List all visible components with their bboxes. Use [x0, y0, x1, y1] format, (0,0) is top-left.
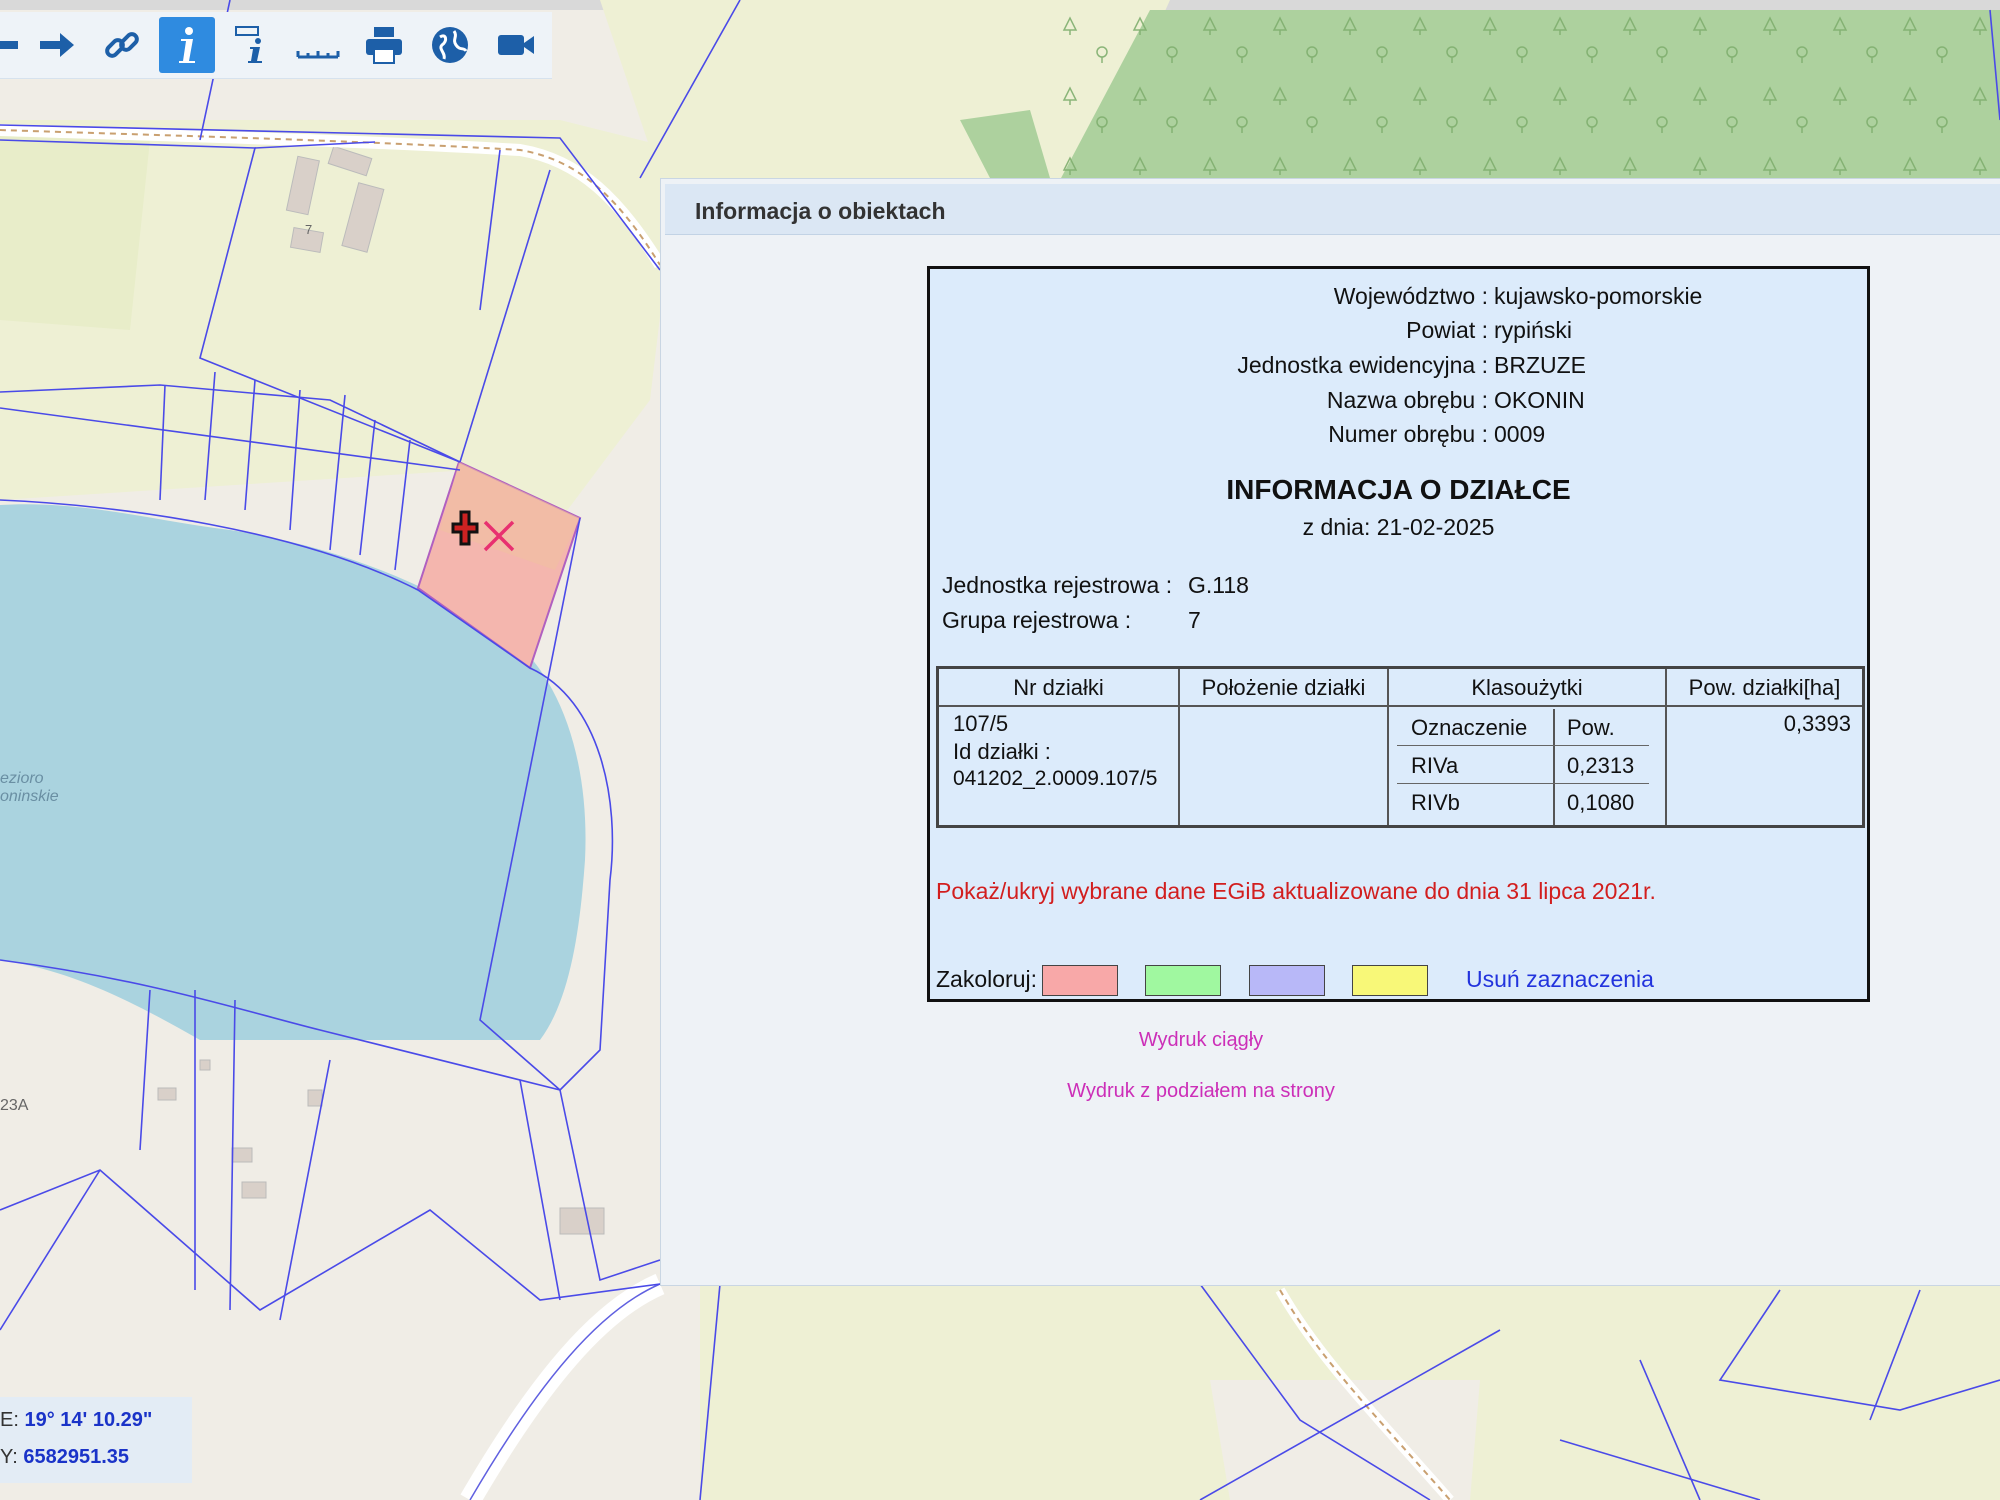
nazwa-obrebu-label: Nazwa obrębu : [1326, 387, 1488, 413]
numer-obrebu-label: Numer obrębu : [1328, 421, 1488, 447]
id-dzialki-label: Id działki : [953, 739, 1051, 764]
back-arrow-icon [0, 41, 18, 49]
klasouzytki-row-divider-2 [1397, 783, 1649, 784]
address-number-label: 23A [0, 1097, 29, 1114]
header-klasouzytki: Klasoużytki [1471, 675, 1583, 700]
lake-name-label: ezioro oninskie [0, 770, 59, 806]
jednostka-ewid-value: BRZUZE [1494, 352, 1586, 378]
color-swatch-yellow[interactable] [1352, 965, 1428, 996]
klasouzytki-oznaczenie-2: RIVb [1411, 790, 1460, 815]
numer-obrebu-value: 0009 [1494, 421, 1546, 447]
egib-toggle-link[interactable]: Pokaż/ukryj wybrane dane EGiB aktualizow… [936, 878, 1656, 905]
link-button[interactable] [94, 17, 150, 73]
klasouzytki-oznaczenie-1: RIVa [1411, 753, 1459, 778]
dialog-header[interactable]: Informacja o obiektach [665, 184, 2000, 235]
forward-arrow-icon [40, 33, 74, 57]
grupa-rej-label: Grupa rejestrowa : [942, 607, 1132, 633]
klasouzytki-header-pow: Pow. [1567, 715, 1615, 740]
jednostka-rej-label: Jednostka rejestrowa : [942, 572, 1173, 598]
print-pages-link[interactable]: Wydruk z podziałem na strony [531, 1080, 1871, 1103]
nr-dzialki-value: 107/5 [953, 711, 1009, 736]
map-toolbar [0, 12, 552, 79]
dialog-title: Informacja o obiektach [695, 198, 946, 224]
header-nr-dzialki: Nr działki [1013, 675, 1104, 700]
coordinates-readout: E: 19° 14' 10.29" Y: 6582951.35 [0, 1397, 192, 1483]
grupa-rej-value: 7 [1188, 607, 1201, 633]
print-button[interactable] [356, 17, 412, 73]
klasouzytki-inner-divider [1553, 709, 1555, 825]
measure-icon [296, 51, 340, 59]
parcel-info-heading: INFORMACJA O DZIAŁCE [1226, 474, 1571, 505]
print-continuous-link[interactable]: Wydruk ciągły [531, 1029, 1871, 1052]
id-dzialki-value: 041202_2.0009.107/5 [953, 767, 1158, 790]
jednostka-rej-value: G.118 [1188, 572, 1249, 598]
wojewodztwo-value: kujawsko-pomorskie [1494, 283, 1703, 309]
info-button[interactable] [159, 17, 215, 73]
table-header-divider [939, 705, 1862, 707]
clear-selection-link[interactable]: Usuń zaznaczenia [1466, 966, 1654, 993]
parcel-info-box: Województwo : kujawsko-pomorskie Powiat … [927, 266, 1870, 1002]
lake-name-line2: oninskie [0, 788, 59, 805]
coord-y-value: 6582951.35 [23, 1446, 130, 1468]
jednostka-ewid-label: Jednostka ewidencyjna : [1237, 352, 1488, 378]
klasouzytki-row-divider-1 [1397, 745, 1649, 746]
header-polozenie: Położenie działki [1201, 675, 1366, 700]
info-icon [179, 27, 195, 63]
nazwa-obrebu-value: OKONIN [1494, 387, 1585, 413]
coord-e-label: E: [0, 1409, 19, 1431]
klasouzytki-pow-2: 0,1080 [1567, 790, 1635, 815]
building-number-label: 7 [305, 222, 313, 237]
powiat-value: rypiński [1494, 317, 1572, 343]
wojewodztwo-label: Województwo : [1333, 283, 1488, 309]
measure-button[interactable] [290, 17, 346, 73]
video-button[interactable] [488, 17, 544, 73]
print-icon [366, 27, 402, 64]
color-swatch-blue[interactable] [1249, 965, 1325, 996]
color-swatch-red[interactable] [1042, 965, 1118, 996]
zakoloruj-label: Zakoloruj: [936, 966, 1037, 992]
lake-name-line1: ezioro [0, 770, 44, 787]
coord-e-value: 19° 14' 10.29" [24, 1409, 153, 1431]
powiat-label: Powiat : [1406, 317, 1488, 343]
info-select-button[interactable] [224, 17, 280, 73]
link-icon [105, 32, 139, 58]
parcel-table: Nr działki Położenie działki Klasoużytki… [936, 666, 1865, 828]
color-swatch-green[interactable] [1145, 965, 1221, 996]
coord-y-label: Y: [0, 1446, 18, 1468]
object-info-dialog: Informacja o obiektach Województwo : kuj… [660, 178, 2000, 1286]
info-select-icon [235, 26, 262, 63]
header-pow-dzialki: Pow. działki[ha] [1688, 675, 1841, 700]
globe-button[interactable] [422, 17, 478, 73]
back-arrow-button[interactable] [0, 17, 30, 73]
globe-icon [432, 27, 468, 63]
klasouzytki-header-oznaczenie: Oznaczenie [1411, 715, 1528, 740]
klasouzytki-pow-1: 0,2313 [1567, 753, 1635, 778]
video-camera-icon [498, 35, 534, 55]
parcel-info-date: z dnia: 21-02-2025 [1302, 514, 1495, 540]
pow-dzialki-value: 0,3393 [1783, 711, 1851, 736]
forward-arrow-button[interactable] [28, 17, 84, 73]
